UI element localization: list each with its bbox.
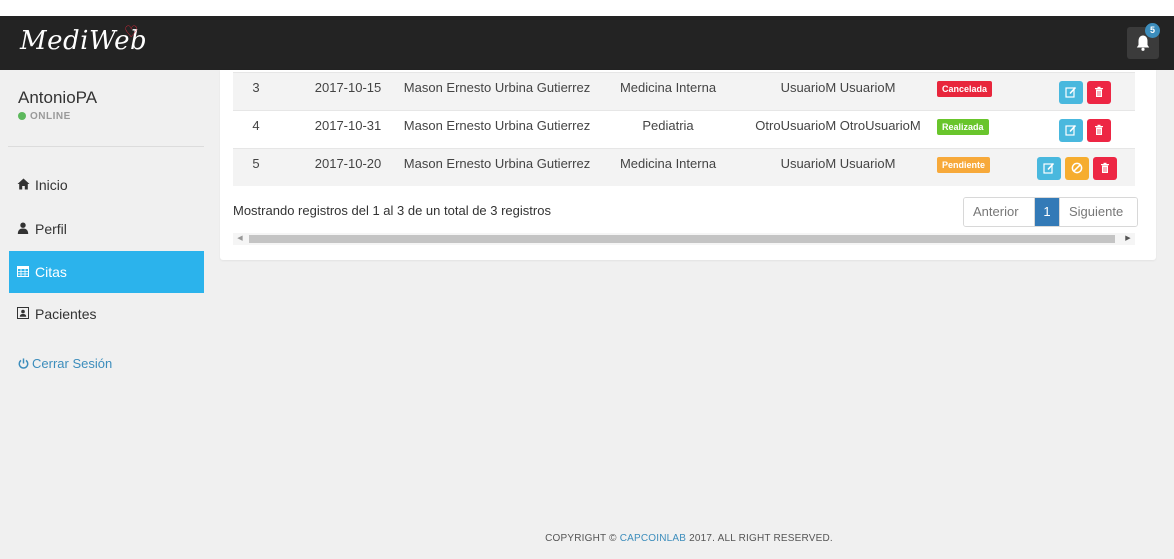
cell-paciente: Mason Ernesto Urbina Gutierrez [403,118,591,133]
edit-icon [1043,162,1055,174]
delete-button[interactable] [1087,119,1111,142]
online-dot-icon [18,112,26,120]
cell-num: 4 [252,118,260,133]
pagination-page-1[interactable]: 1 [1035,198,1059,226]
logout-label: Cerrar Sesión [32,356,113,371]
cell-fecha: 2017-10-20 [314,156,382,171]
appointments-card: 3 2017-10-15 Mason Ernesto Urbina Gutier… [220,70,1156,260]
delete-button[interactable] [1093,157,1117,180]
power-icon [18,358,29,369]
trash-icon [1101,162,1109,173]
edit-button[interactable] [1059,81,1083,104]
delete-button[interactable] [1087,81,1111,104]
scroll-right-arrow-icon[interactable]: ▶ [1123,233,1133,245]
pagination-prev[interactable]: Anterior [964,198,1035,226]
cell-medico: OtroUsuarioM OtroUsuarioM [755,118,921,133]
notifications-button[interactable]: 5 [1127,23,1160,59]
cell-num: 3 [252,80,260,95]
status-badge: Cancelada [937,81,993,97]
cell-paciente: Mason Ernesto Urbina Gutierrez [403,156,591,171]
main-content: 3 2017-10-15 Mason Ernesto Urbina Gutier… [204,70,1174,559]
ban-icon [1071,162,1083,174]
cell-especialidad: Medicina Interna [619,156,717,171]
sidebar-divider [8,146,204,147]
sidebar-item-label: Citas [35,264,67,280]
sidebar-item-pacientes[interactable]: Pacientes [9,293,204,335]
sidebar-item-citas[interactable]: Citas [9,251,204,293]
sidebar-item-label: Perfil [35,221,67,237]
footer-suffix: 2017. ALL RIGHT RESERVED. [686,533,833,544]
notification-count-badge: 5 [1145,23,1160,38]
pagination: Anterior 1 Siguiente [963,197,1138,227]
edit-icon [1065,86,1077,98]
table-info: Mostrando registros del 1 al 3 de un tot… [233,203,551,218]
pagination-next[interactable]: Siguiente [1059,198,1137,226]
trash-icon [1095,124,1103,135]
status-label: ONLINE [30,111,71,122]
cell-num: 5 [252,156,260,171]
cell-medico: UsuarioM UsuarioM [780,80,896,95]
edit-icon [1065,124,1077,136]
table-row: 3 2017-10-15 Mason Ernesto Urbina Gutier… [233,72,1135,110]
cell-fecha: 2017-10-15 [314,80,382,95]
footer-link[interactable]: CAPCOINLAB [620,533,686,544]
bell-icon [1136,35,1150,51]
cancel-appointment-button[interactable] [1065,157,1089,180]
user-icon [15,209,31,251]
edit-button[interactable] [1059,119,1083,142]
status-badge: Pendiente [937,157,991,173]
edit-button[interactable] [1037,157,1061,180]
id-card-icon [15,294,31,336]
home-icon [15,165,31,207]
sidebar: AntonioPA ONLINE Inicio Perfil Citas Pac… [0,70,204,559]
logout-link[interactable]: Cerrar Sesión [18,356,112,371]
status-badge: Realizada [937,119,989,135]
footer: COPYRIGHT © CAPCOINLAB 2017. ALL RIGHT R… [204,533,1174,544]
calendar-icon [15,252,31,294]
sidebar-item-perfil[interactable]: Perfil [9,208,204,250]
sidebar-item-label: Inicio [35,177,68,193]
scroll-left-arrow-icon[interactable]: ◀ [235,233,245,245]
cell-paciente: Mason Ernesto Urbina Gutierrez [403,80,591,95]
cell-especialidad: Pediatria [642,118,694,133]
scrollbar-thumb[interactable] [249,235,1115,243]
user-name: AntonioPA [18,88,98,107]
footer-prefix: COPYRIGHT © [545,533,620,544]
sidebar-item-inicio[interactable]: Inicio [9,164,204,206]
horizontal-scrollbar[interactable]: ◀ ▶ [233,233,1135,245]
cell-medico: UsuarioM UsuarioM [780,156,896,171]
top-navbar: MediWeb ♡ 5 [0,16,1174,70]
heart-icon: ♡ [124,24,139,41]
cell-fecha: 2017-10-31 [314,118,382,133]
user-status: ONLINE [18,111,71,122]
table-row: 4 2017-10-31 Mason Ernesto Urbina Gutier… [233,110,1135,148]
table-row: 5 2017-10-20 Mason Ernesto Urbina Gutier… [233,148,1135,186]
cell-especialidad: Medicina Interna [619,80,717,95]
trash-icon [1095,86,1103,97]
sidebar-item-label: Pacientes [35,306,97,322]
